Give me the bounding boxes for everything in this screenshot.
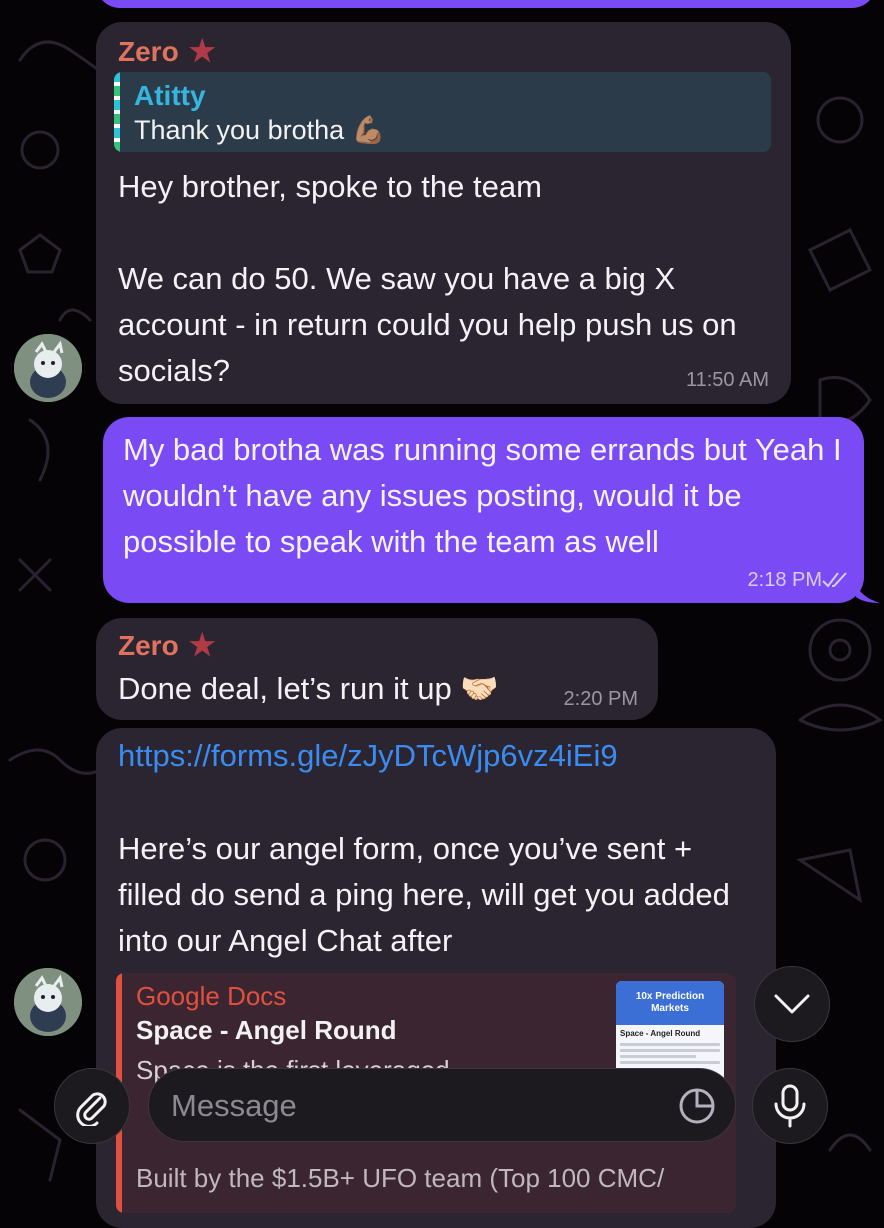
sticker-icon[interactable]: [677, 1086, 717, 1126]
paperclip-icon: [76, 1092, 107, 1126]
thumbnail-line: [620, 1049, 720, 1052]
preview-footer-text: Built by the $1.5B+ UFO team (Top 100 CM…: [136, 1163, 665, 1193]
microphone-button[interactable]: [752, 1068, 828, 1144]
message-bubble-zero-2[interactable]: Zero ★ Done deal, let’s run it up 🤝🏻 2:2…: [96, 618, 658, 720]
preview-title: Space - Angel Round: [136, 1015, 397, 1045]
message-text: Hey brother, spoke to the team We can do…: [118, 169, 737, 388]
preview-site-name: Google Docs: [136, 981, 287, 1011]
message-bubble-outgoing[interactable]: My bad brotha was running some errands b…: [103, 417, 864, 603]
message-text: Done deal, let’s run it up 🤝🏻: [118, 671, 499, 706]
thumbnail-line: [620, 1043, 720, 1046]
message-time: 11:50 AM: [685, 369, 769, 391]
microphone-icon: [774, 1084, 806, 1128]
sender-name[interactable]: Zero: [118, 36, 179, 68]
message-text: My bad brotha was running some errands b…: [123, 432, 842, 559]
message-input[interactable]: [169, 1081, 653, 1131]
thumbnail-title: Space - Angel Round: [620, 1029, 701, 1038]
reply-text: Thank you brotha 💪🏽: [134, 115, 386, 145]
star-icon: ★: [188, 629, 216, 662]
reply-sender-name: Atitty: [134, 80, 206, 111]
reply-accent-bar: [114, 72, 120, 152]
star-icon: ★: [188, 35, 216, 68]
form-link[interactable]: https://forms.gle/zJyDTcWjp6vz4iEi9: [118, 738, 618, 774]
message-time: 2:20 PM: [563, 688, 638, 710]
message-bubble-zero-1[interactable]: Zero ★ Atitty Thank you brotha 💪🏽 Hey br…: [96, 22, 791, 404]
previous-message-bubble[interactable]: [96, 0, 876, 8]
avatar-image: [14, 968, 82, 1036]
avatar[interactable]: [14, 334, 82, 402]
message-text: Here’s our angel form, once you’ve sent …: [118, 831, 730, 958]
message-bubble-zero-3[interactable]: https://forms.gle/zJyDTcWjp6vz4iEi9 Here…: [96, 728, 776, 1228]
message-input-bar[interactable]: [148, 1068, 736, 1142]
avatar[interactable]: [14, 968, 82, 1036]
double-check-icon: [822, 572, 847, 588]
message-time: 2:18 PM: [747, 569, 822, 591]
thumbnail-line: [620, 1061, 720, 1064]
avatar-image: [14, 334, 82, 402]
bubble-tail-outgoing: [856, 583, 880, 603]
reply-quote[interactable]: Atitty Thank you brotha 💪🏽: [114, 72, 771, 152]
scroll-down-button[interactable]: [754, 966, 830, 1042]
thumbnail-line: [620, 1055, 696, 1058]
chevron-down-icon: [774, 994, 810, 1014]
sender-name[interactable]: Zero: [118, 630, 179, 662]
attach-button[interactable]: [54, 1068, 130, 1144]
thumbnail-heading: 10x Prediction Markets: [616, 981, 724, 1025]
